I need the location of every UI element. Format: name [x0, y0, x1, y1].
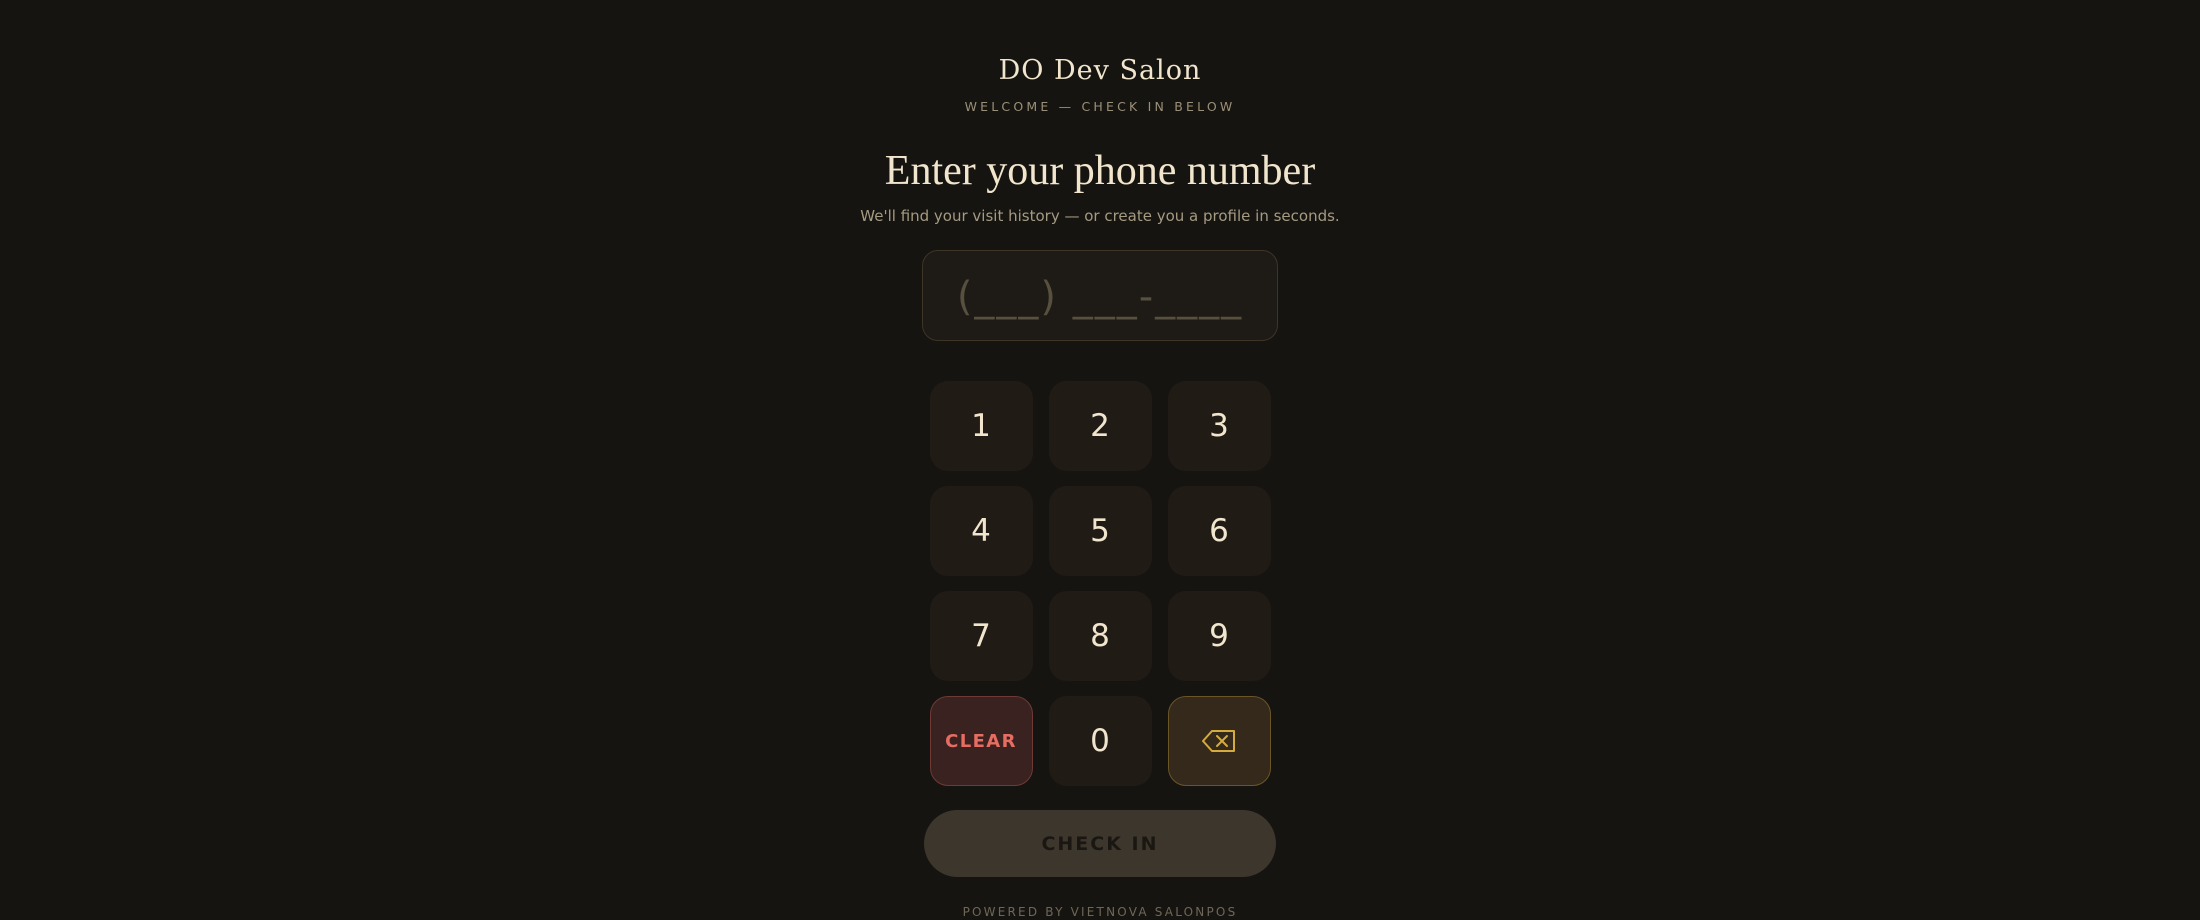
keypad-key-9[interactable]: 9 — [1167, 591, 1271, 681]
page-title: Enter your phone number — [884, 148, 1316, 194]
check-in-button[interactable]: CHECK IN — [924, 810, 1276, 877]
powered-by-footer: POWERED BY VIETNOVA SALONPOS — [962, 905, 1238, 919]
keypad-key-1[interactable]: 1 — [929, 381, 1033, 471]
page-subtitle: We'll find your visit history — or creat… — [860, 207, 1340, 225]
keypad-key-4[interactable]: 4 — [929, 486, 1033, 576]
keypad-key-5[interactable]: 5 — [1048, 486, 1152, 576]
keypad-key-8[interactable]: 8 — [1048, 591, 1152, 681]
welcome-text: WELCOME — CHECK IN BELOW — [964, 99, 1236, 114]
keypad-key-2[interactable]: 2 — [1048, 381, 1152, 471]
backspace-button[interactable] — [1167, 696, 1271, 786]
phone-number-display[interactable]: (___) ___-____ — [922, 250, 1278, 341]
backspace-icon — [1202, 730, 1235, 752]
numeric-keypad: 1 2 3 4 5 6 7 8 9 CLEAR 0 — [929, 381, 1271, 786]
checkin-page: DO Dev Salon WELCOME — CHECK IN BELOW En… — [0, 0, 2200, 920]
clear-button[interactable]: CLEAR — [929, 696, 1033, 786]
keypad-key-6[interactable]: 6 — [1167, 486, 1271, 576]
keypad-key-3[interactable]: 3 — [1167, 381, 1271, 471]
keypad-key-7[interactable]: 7 — [929, 591, 1033, 681]
salon-name: DO Dev Salon — [998, 55, 1202, 86]
keypad-key-0[interactable]: 0 — [1048, 696, 1152, 786]
